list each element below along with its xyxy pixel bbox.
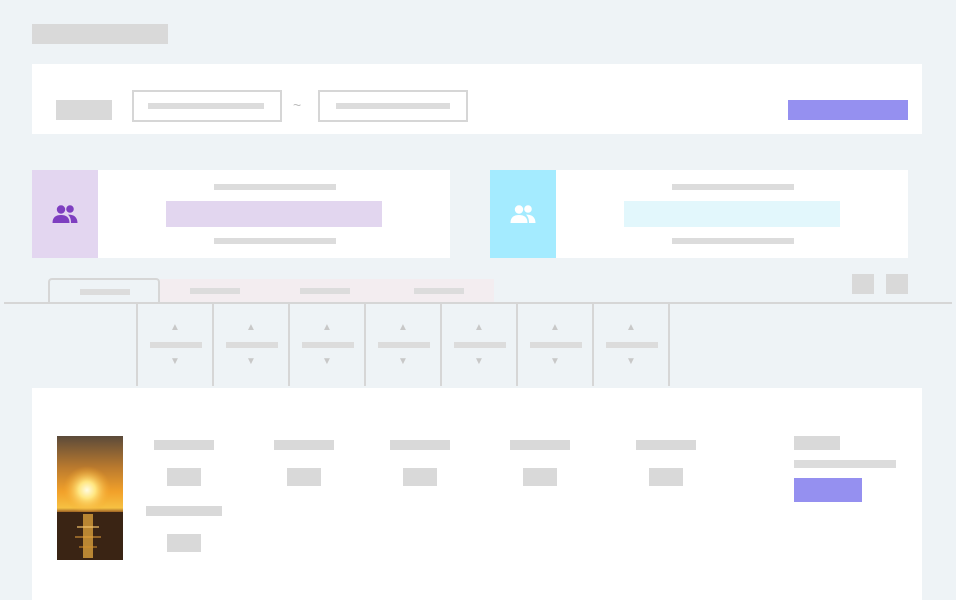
field-value-1 <box>167 468 201 486</box>
view-toggle-button-2[interactable] <box>886 274 908 294</box>
filter-label <box>56 100 112 120</box>
sort-down-icon[interactable]: ▼ <box>138 357 212 367</box>
field-value-5 <box>649 468 683 486</box>
sort-up-icon[interactable]: ▲ <box>290 323 364 333</box>
tab-2[interactable] <box>162 279 266 303</box>
page-title <box>32 24 168 44</box>
date-to-input[interactable] <box>318 90 468 122</box>
stat-card-1-value <box>166 201 382 227</box>
field-label-2 <box>274 440 334 450</box>
date-from-input[interactable] <box>132 90 282 122</box>
field-label-3 <box>390 440 450 450</box>
sunset-image[interactable] <box>57 436 123 560</box>
stat-card-2-value <box>624 201 840 227</box>
sort-column-6[interactable]: ▲ ▼ <box>516 304 592 386</box>
field-label-1 <box>154 440 214 450</box>
sort-down-icon[interactable]: ▼ <box>290 357 364 367</box>
sort-down-icon[interactable]: ▼ <box>366 357 440 367</box>
users-icon <box>510 205 536 223</box>
tab-1[interactable] <box>48 278 160 304</box>
field-value-6 <box>167 534 201 552</box>
sort-down-icon[interactable]: ▼ <box>594 357 668 367</box>
sort-column-4[interactable]: ▲ ▼ <box>364 304 440 386</box>
tab-4[interactable] <box>384 279 494 303</box>
stat-card-1 <box>32 170 450 258</box>
field-label-6 <box>146 506 222 516</box>
item-status-label <box>794 436 840 450</box>
tab-3[interactable] <box>270 279 380 303</box>
sort-column-2[interactable]: ▲ ▼ <box>212 304 288 386</box>
sort-down-icon[interactable]: ▼ <box>214 357 288 367</box>
sort-up-icon[interactable]: ▲ <box>138 323 212 333</box>
sort-up-icon[interactable]: ▲ <box>594 323 668 333</box>
sort-column-3[interactable]: ▲ ▼ <box>288 304 364 386</box>
stat-card-2-icon-box <box>490 170 556 258</box>
sort-column-5[interactable]: ▲ ▼ <box>440 304 516 386</box>
users-icon <box>52 205 78 223</box>
date-range-separator: ~ <box>293 97 302 113</box>
sort-up-icon[interactable]: ▲ <box>442 323 516 333</box>
field-value-2 <box>287 468 321 486</box>
stat-card-1-icon-box <box>32 170 98 258</box>
sort-up-icon[interactable]: ▲ <box>214 323 288 333</box>
sort-down-icon[interactable]: ▼ <box>518 357 592 367</box>
filter-panel: ~ <box>32 64 922 134</box>
sort-column-1[interactable]: ▲ ▼ <box>136 304 212 386</box>
sort-column-7[interactable]: ▲ ▼ <box>592 304 670 386</box>
field-value-3 <box>403 468 437 486</box>
search-button[interactable] <box>788 100 908 120</box>
view-toggle-button-1[interactable] <box>852 274 874 294</box>
sort-up-icon[interactable]: ▲ <box>518 323 592 333</box>
stat-card-2 <box>490 170 908 258</box>
list-item <box>32 388 922 600</box>
field-label-5 <box>636 440 696 450</box>
item-action-button[interactable] <box>794 478 862 502</box>
field-value-4 <box>523 468 557 486</box>
sort-down-icon[interactable]: ▼ <box>442 357 516 367</box>
item-status-bar <box>794 460 896 468</box>
field-label-4 <box>510 440 570 450</box>
sort-up-icon[interactable]: ▲ <box>366 323 440 333</box>
